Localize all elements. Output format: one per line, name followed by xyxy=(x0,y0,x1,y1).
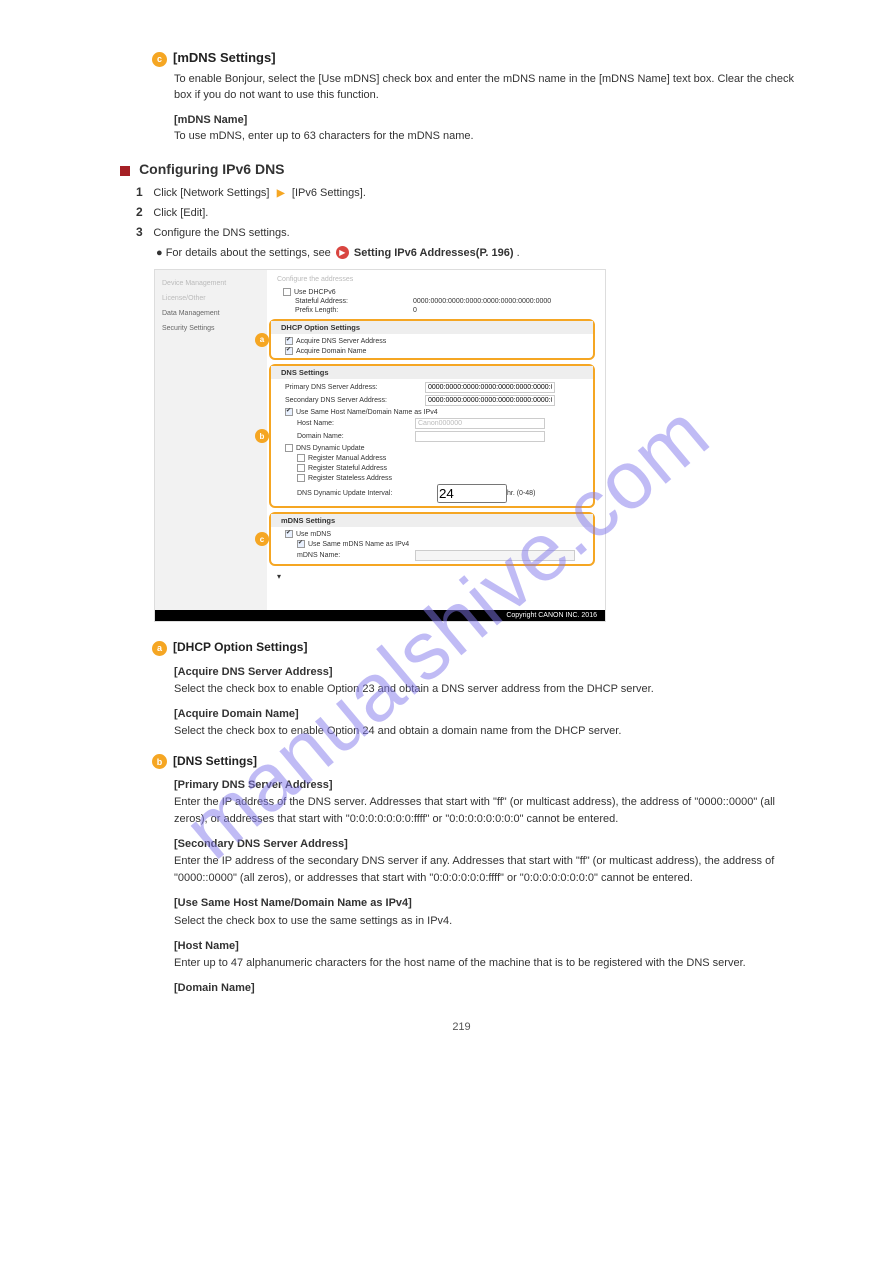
step-2: 2 Click [Edit]. xyxy=(136,205,803,219)
desc-b: b [DNS Settings] [Primary DNS Server Add… xyxy=(152,754,803,997)
mdns-name-desc: To use mDNS, enter up to 63 characters f… xyxy=(174,128,803,145)
page-number: 219 xyxy=(120,1021,803,1033)
step3-link[interactable]: Setting IPv6 Addresses(P. 196) xyxy=(354,247,514,259)
settings-screenshot: Device Management License/Other Data Man… xyxy=(154,269,606,622)
checkbox[interactable] xyxy=(285,337,293,345)
desc-b-title: [DNS Settings] xyxy=(173,754,257,768)
secondary-dns-input[interactable] xyxy=(425,395,555,406)
red-square-icon xyxy=(120,166,130,176)
primary-dns-input[interactable] xyxy=(425,382,555,393)
bullet-a-icon: a xyxy=(152,641,167,656)
close-icon[interactable]: ▾ xyxy=(269,570,599,583)
arrow-right-icon: ▶ xyxy=(277,188,285,199)
checkbox[interactable] xyxy=(285,444,293,452)
tag-b-icon: b xyxy=(255,429,269,443)
panel-c: c mDNS Settings Use mDNS Use Same mDNS N… xyxy=(269,512,595,566)
sidebar-item[interactable]: Data Management xyxy=(159,306,263,321)
screenshot-sidebar: Device Management License/Other Data Man… xyxy=(155,270,267,610)
ipv6-heading: Configuring IPv6 DNS xyxy=(139,161,284,177)
domain-name-input[interactable] xyxy=(415,431,545,442)
checkbox[interactable] xyxy=(297,464,305,472)
step-3: 3 Configure the DNS settings. xyxy=(136,225,803,239)
bullet-b-icon: b xyxy=(152,754,167,769)
step-1: 1 Click [Network Settings] ▶ [IPv6 Setti… xyxy=(136,185,803,199)
checkbox[interactable] xyxy=(297,474,305,482)
checkbox[interactable] xyxy=(283,288,291,296)
step3-note-b: . xyxy=(517,247,520,259)
checkbox[interactable] xyxy=(297,540,305,548)
sidebar-item[interactable]: Device Management xyxy=(159,276,263,291)
checkbox[interactable] xyxy=(285,408,293,416)
desc-a-title: [DHCP Option Settings] xyxy=(173,640,307,654)
mdns-name-label: [mDNS Name] xyxy=(174,112,803,129)
screenshot-main: Configure the addresses Use DHCPv6 State… xyxy=(267,270,605,610)
interval-input[interactable] xyxy=(437,484,507,503)
sidebar-item[interactable]: Security Settings xyxy=(159,321,263,336)
play-icon: ▶ xyxy=(336,246,349,259)
mdns-section-top: c [mDNS Settings] To enable Bonjour, sel… xyxy=(152,50,803,145)
checkbox[interactable] xyxy=(285,530,293,538)
checkbox[interactable] xyxy=(297,454,305,462)
checkbox[interactable] xyxy=(285,347,293,355)
host-name-input[interactable] xyxy=(415,418,545,429)
sidebar-item[interactable]: License/Other xyxy=(159,291,263,306)
tag-a-icon: a xyxy=(255,333,269,347)
step3-note-a: For details about the settings, see xyxy=(166,247,334,259)
panel-b: b DNS Settings Primary DNS Server Addres… xyxy=(269,364,595,508)
mdns-title: [mDNS Settings] xyxy=(173,50,276,65)
panel-a: a DHCP Option Settings Acquire DNS Serve… xyxy=(269,319,595,360)
bullet-c-icon: c xyxy=(152,52,167,67)
tag-c-icon: c xyxy=(255,532,269,546)
mdns-desc: To enable Bonjour, select the [Use mDNS]… xyxy=(174,71,803,104)
mdns-name-input[interactable] xyxy=(415,550,575,561)
screenshot-footer: Copyright CANON INC. 2016 xyxy=(155,610,605,621)
desc-a: a [DHCP Option Settings] [Acquire DNS Se… xyxy=(152,640,803,740)
